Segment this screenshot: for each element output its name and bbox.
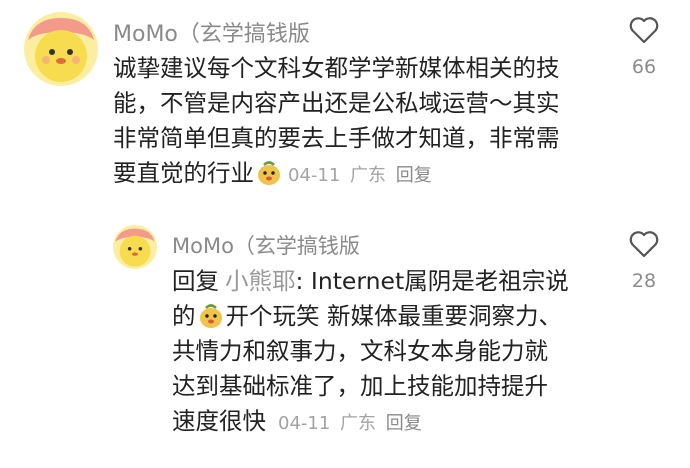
reply-line: 的 开个玩笑 新媒体最重要洞察力、 xyxy=(172,299,569,334)
comment-line: 非常简单但真的要去上手做才知道，非常需 xyxy=(113,124,560,152)
comment-author[interactable]: MoMo（玄学搞钱版 xyxy=(113,16,310,48)
reply-line: 达到基础标准了，加上技能加持提升 xyxy=(172,372,548,400)
avatar[interactable] xyxy=(113,225,157,269)
reply-prefix: 回复 xyxy=(172,267,219,295)
comment-text: 诚挚建议每个文科女都学学新媒体相关的技 能，不管是内容产出还是公私域运营～其实 … xyxy=(113,51,560,193)
reply-button[interactable]: 回复 xyxy=(396,165,432,186)
reply-location: 广东 xyxy=(340,413,377,434)
reply-author[interactable]: MoMo（玄学搞钱版 xyxy=(172,230,360,260)
like-count: 66 xyxy=(631,56,657,78)
heart-icon xyxy=(629,231,659,258)
comment-location: 广东 xyxy=(350,165,387,186)
comment-date: 04-11 xyxy=(288,165,341,186)
like-button[interactable]: 66 xyxy=(620,16,668,78)
like-button[interactable]: 28 xyxy=(620,230,668,292)
reply-line: 速度很快 xyxy=(172,407,266,435)
avatar[interactable] xyxy=(24,12,98,86)
cute-face-emoji-icon xyxy=(198,303,224,329)
reply-date: 04-11 xyxy=(278,413,331,434)
comment-line: 要直觉的行业 xyxy=(113,159,254,187)
comment-line: 能，不管是内容产出还是公私域运营～其实 xyxy=(113,89,560,117)
reply-line-part: 开个玩笑 新媒体最重要洞察力、 xyxy=(225,302,562,330)
reply-line: : Internet属阴是老祖宗说 xyxy=(295,267,569,295)
reply-first-line: 回复 小熊耶: Internet属阴是老祖宗说 xyxy=(172,264,569,299)
comment-line: 诚挚建议每个文科女都学学新媒体相关的技 xyxy=(113,54,560,82)
reply-meta: 04-11 广东 回复 xyxy=(274,413,422,434)
reply-line-part: 的 xyxy=(172,302,196,330)
reply-line: 共情力和叙事力，文科女本身能力就 xyxy=(172,337,548,365)
comment-last-line: 要直觉的行业 04-11 广东 回复 xyxy=(113,156,560,193)
heart-icon xyxy=(629,17,659,44)
reply-text: 回复 小熊耶: Internet属阴是老祖宗说 的开个玩笑 新媒体最重要洞察力、 … xyxy=(172,264,569,441)
reply-last-line: 速度很快 04-11 广东 回复 xyxy=(172,404,569,441)
comment-meta: 04-11 广东 回复 xyxy=(284,165,432,186)
mention-link[interactable]: 小熊耶 xyxy=(225,267,296,295)
cute-face-emoji-icon xyxy=(256,160,282,186)
like-count: 28 xyxy=(631,270,657,292)
reply-button[interactable]: 回复 xyxy=(386,413,422,434)
